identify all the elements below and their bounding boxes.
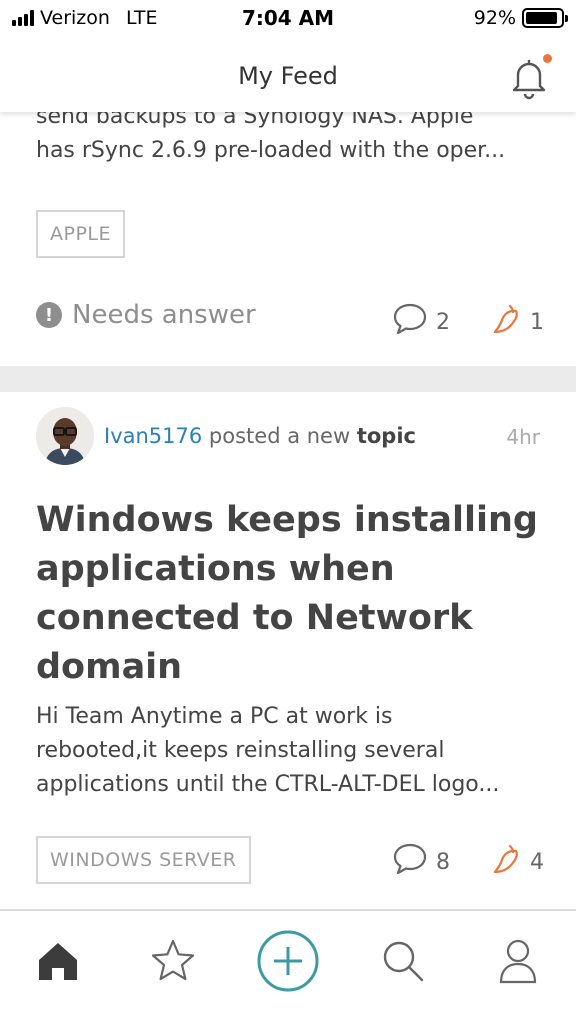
comment-icon <box>392 302 428 342</box>
like-count[interactable]: 4 <box>492 842 544 882</box>
status-label: Needs answer <box>72 300 256 330</box>
alert-icon: ! <box>36 302 62 328</box>
snippet-line: applications until the CTRL-ALT-DEL logo… <box>36 772 500 797</box>
post-snippet[interactable]: send backups to a Synology NAS. Apple ha… <box>36 112 546 168</box>
bottom-tab-bar <box>0 910 576 1024</box>
snippet-line: Hi Team Anytime a PC at work is <box>36 704 393 729</box>
app-header: My Feed <box>0 40 576 112</box>
like-count-value: 4 <box>530 849 544 875</box>
status-bar: Verizon LTE 7:04 AM 92% <box>0 0 576 40</box>
snippet-line: send backups to a Synology NAS. Apple <box>36 112 474 129</box>
post-snippet[interactable]: Hi Team Anytime a PC at work is rebooted… <box>36 700 546 802</box>
profile-icon[interactable] <box>486 929 550 993</box>
unread-badge <box>543 54 552 63</box>
post-meta: Ivan5176 posted a new topic <box>104 424 416 448</box>
comment-count[interactable]: 8 <box>392 842 450 882</box>
card-divider <box>0 366 576 392</box>
home-icon[interactable] <box>26 929 90 993</box>
username-link[interactable]: Ivan5176 <box>104 424 202 448</box>
comment-icon <box>392 842 428 882</box>
timestamp: 4hr <box>506 425 540 449</box>
comment-count[interactable]: 2 <box>392 302 450 342</box>
tag-chip[interactable]: APPLE <box>36 210 126 258</box>
status-right: 92% <box>473 7 568 29</box>
bell-icon[interactable] <box>505 54 553 102</box>
action-text: posted a new <box>202 424 357 448</box>
pepper-icon <box>492 302 522 342</box>
snippet-line: rebooted,it keeps reinstalling several <box>36 738 445 763</box>
tag-chip[interactable]: WINDOWS SERVER <box>36 836 251 884</box>
like-count-value: 1 <box>530 309 544 335</box>
snippet-line: has rSync 2.6.9 pre-loaded with the oper… <box>36 138 506 163</box>
page-title: My Feed <box>238 62 338 90</box>
star-icon[interactable] <box>141 929 205 993</box>
comment-count-value: 2 <box>436 309 450 335</box>
comment-count-value: 8 <box>436 849 450 875</box>
post-kind: topic <box>356 424 416 448</box>
search-icon[interactable] <box>371 929 435 993</box>
needs-answer-status: ! Needs answer <box>36 300 256 330</box>
feed-list[interactable]: send backups to a Synology NAS. Apple ha… <box>0 112 576 910</box>
post-title[interactable]: Windows keeps installing applications wh… <box>36 496 546 692</box>
like-count[interactable]: 1 <box>492 302 544 342</box>
battery-icon <box>522 8 568 28</box>
add-icon[interactable] <box>256 929 320 993</box>
pepper-icon <box>492 842 522 882</box>
avatar[interactable] <box>36 407 94 465</box>
battery-percent: 92% <box>473 7 516 29</box>
